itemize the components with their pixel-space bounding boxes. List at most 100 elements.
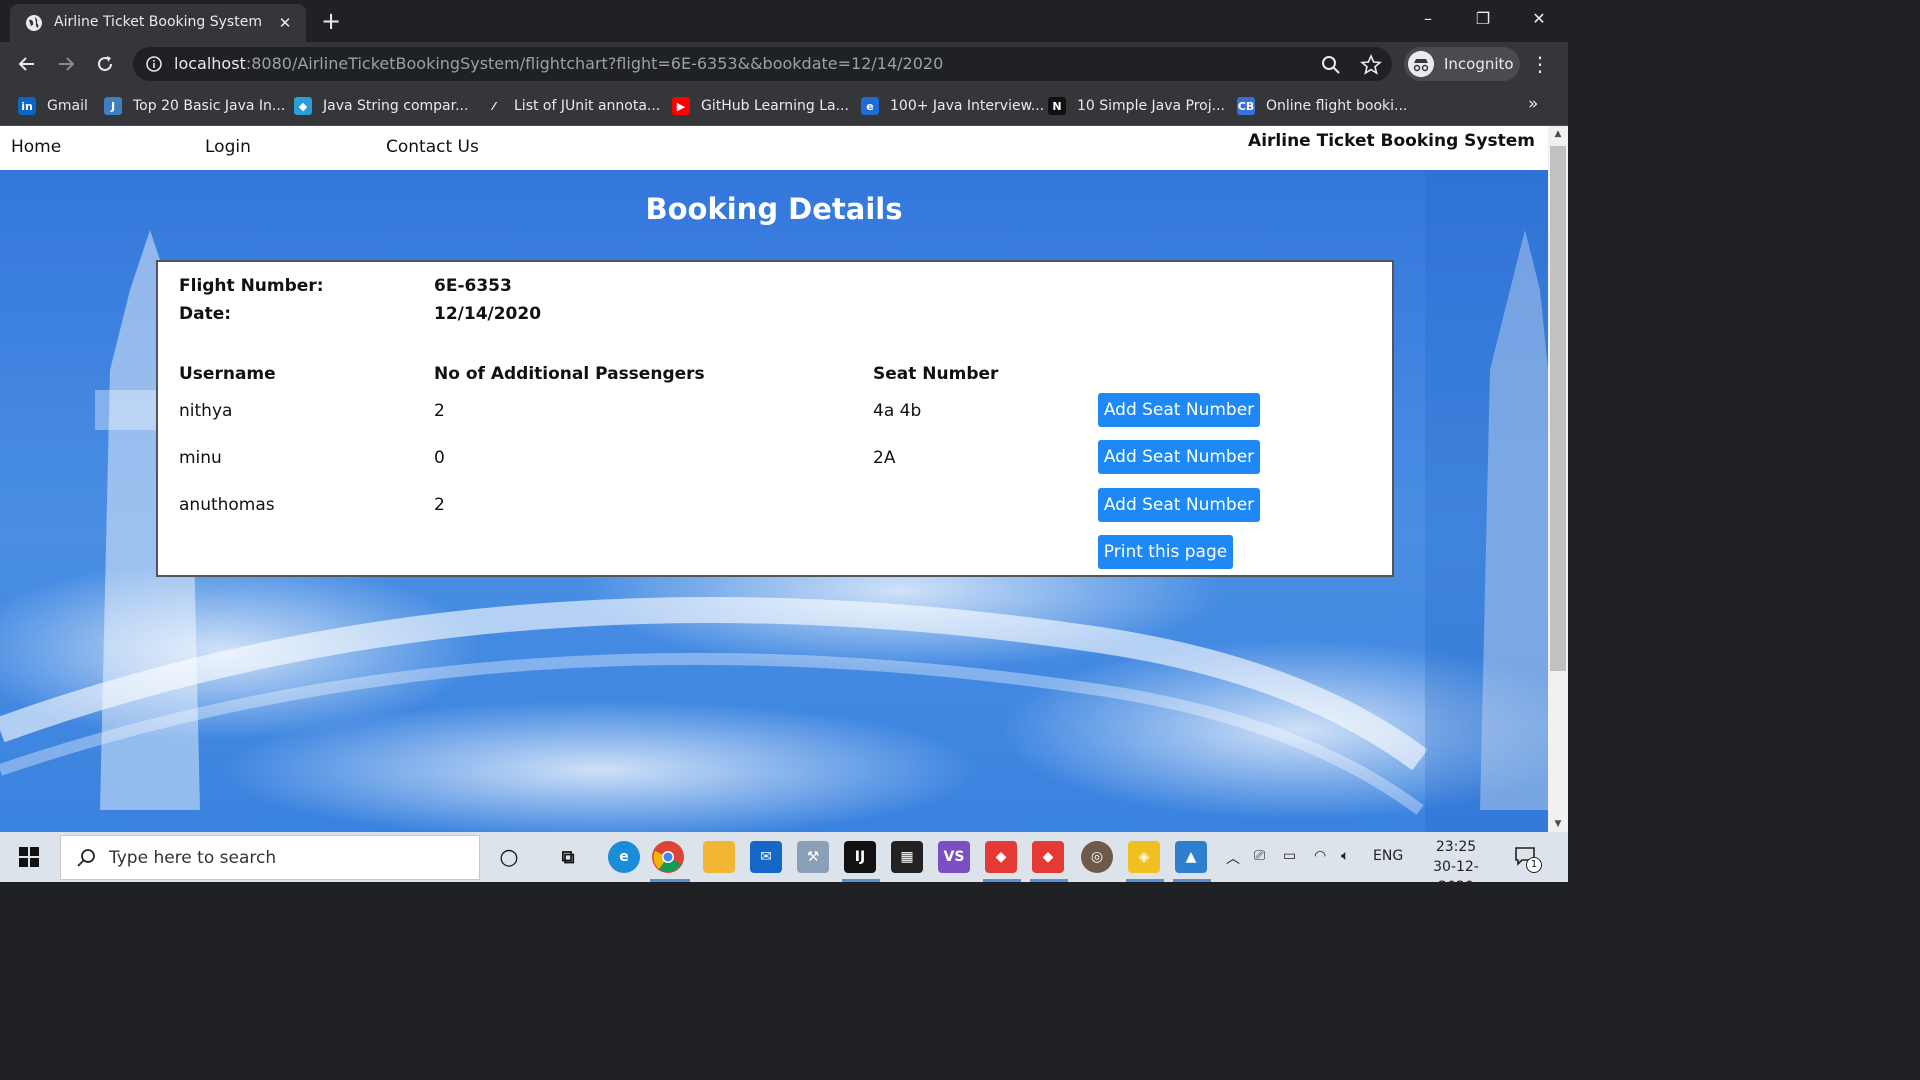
mail-icon[interactable]: ✉ xyxy=(750,841,782,873)
scroll-down-arrow-icon[interactable]: ▼ xyxy=(1548,816,1568,832)
photos-icon[interactable]: ▲ xyxy=(1175,841,1207,873)
bookmark-label: Java String compar... xyxy=(323,98,469,114)
git-app-icon[interactable]: ◆ xyxy=(985,841,1017,873)
edge-icon[interactable]: e xyxy=(608,841,640,873)
site-navbar: Home Login Contact Us Airline Ticket Boo… xyxy=(0,126,1548,170)
incognito-profile[interactable]: Incognito xyxy=(1404,47,1520,81)
start-button[interactable] xyxy=(0,832,58,882)
address-bar[interactable]: localhost:8080/AirlineTicketBookingSyste… xyxy=(133,47,1392,81)
intellij-icon[interactable]: IJ xyxy=(844,841,876,873)
tab-strip: Airline Ticket Booking System ✕ + – ❐ ✕ xyxy=(0,0,1568,42)
clock-time: 23:25 xyxy=(1435,839,1477,855)
tab-close-icon[interactable]: ✕ xyxy=(276,14,294,32)
new-tab-button[interactable]: + xyxy=(318,9,344,35)
column-header-username: Username xyxy=(179,364,276,384)
windows-taskbar: Type here to search ○ ⧉ e ✉ ⚒ IJ ▦ VS ◆ … xyxy=(0,832,1568,895)
taskbar-clock[interactable]: 23:25 30-12-2020 xyxy=(1416,837,1496,897)
scrollbar-thumb[interactable] xyxy=(1550,146,1566,671)
nav-home-link[interactable]: Home xyxy=(11,137,61,157)
visual-studio-icon[interactable]: VS xyxy=(938,841,970,873)
notification-center-button[interactable]: 1 xyxy=(1512,844,1544,873)
notification-count: 1 xyxy=(1526,857,1542,873)
bookmark-label: GitHub Learning La... xyxy=(701,98,849,114)
task-view-icon[interactable]: ⧉ xyxy=(552,841,584,873)
bookmark-item[interactable]: J Top 20 Basic Java In... xyxy=(104,93,285,119)
reload-icon xyxy=(98,56,112,71)
diamond-icon: ◆ xyxy=(294,97,312,115)
column-header-passengers: No of Additional Passengers xyxy=(434,364,705,384)
scroll-up-arrow-icon[interactable]: ▲ xyxy=(1548,126,1568,142)
bookmark-label: 100+ Java Interview... xyxy=(890,98,1045,114)
bookmark-label: Online flight booki... xyxy=(1266,98,1408,114)
close-window-button[interactable]: ✕ xyxy=(1519,6,1559,32)
bookmark-item[interactable]: N 10 Simple Java Proj... xyxy=(1048,93,1225,119)
letter-e-icon: e xyxy=(861,97,879,115)
nav-login-link[interactable]: Login xyxy=(205,137,251,157)
page-scrollbar[interactable]: ▲ ▼ xyxy=(1548,126,1568,832)
date-label: Date: xyxy=(179,304,232,324)
back-button[interactable] xyxy=(13,50,41,78)
date-value: 12/14/2020 xyxy=(434,304,542,324)
tools-icon[interactable]: ⚒ xyxy=(797,841,829,873)
taskbar-search-box[interactable]: Type here to search xyxy=(60,835,480,880)
git-app-2-icon[interactable]: ◆ xyxy=(1032,841,1064,873)
language-indicator[interactable]: ENG xyxy=(1373,848,1403,864)
restore-button[interactable]: ❐ xyxy=(1463,6,1503,32)
chrome-icon[interactable] xyxy=(652,841,684,873)
add-seat-number-button[interactable]: Add Seat Number xyxy=(1098,393,1260,427)
bookmark-item[interactable]: ⁄ List of JUnit annota... xyxy=(485,93,660,119)
file-explorer-icon[interactable] xyxy=(703,841,735,873)
reload-button[interactable] xyxy=(91,50,119,78)
bookmark-label: Gmail xyxy=(47,98,88,114)
arrow-right-icon xyxy=(59,57,75,71)
bookmark-label: Top 20 Basic Java In... xyxy=(133,98,286,114)
add-seat-number-button[interactable]: Add Seat Number xyxy=(1098,488,1260,522)
star-icon[interactable] xyxy=(1360,54,1382,76)
row-passengers: 0 xyxy=(434,448,445,468)
gitkraken-icon[interactable]: ◈ xyxy=(1128,841,1160,873)
browser-tab[interactable]: Airline Ticket Booking System ✕ xyxy=(10,4,306,42)
clock-date: 30-12-2020 xyxy=(1433,859,1479,895)
wifi-icon[interactable]: ◠ xyxy=(1314,848,1326,864)
n-box-icon: N xyxy=(1048,97,1066,115)
kebab-menu-icon[interactable]: ⋮ xyxy=(1528,51,1552,77)
flight-number-value: 6E-6353 xyxy=(434,276,512,296)
page-title: Booking Details xyxy=(645,192,903,226)
bookmark-item[interactable]: ◆ Java String compar... xyxy=(294,93,468,119)
url-text: localhost:8080/AirlineTicketBookingSyste… xyxy=(174,54,943,73)
tray-chevron-icon[interactable]: ︿ xyxy=(1226,848,1240,868)
store-icon[interactable]: ▦ xyxy=(891,841,923,873)
search-icon xyxy=(77,849,95,867)
db-app-icon[interactable]: ◎ xyxy=(1081,841,1113,873)
tab-title: Airline Ticket Booking System xyxy=(54,14,262,30)
booking-details-card: Flight Number: 6E-6353 Date: 12/14/2020 … xyxy=(156,260,1394,577)
url-path: :8080/AirlineTicketBookingSystem/flightc… xyxy=(245,54,944,73)
meet-now-icon[interactable]: ⎚ xyxy=(1254,848,1265,864)
bookmark-item[interactable]: in Gmail xyxy=(18,93,88,119)
bookmark-item[interactable]: ▶ GitHub Learning La... xyxy=(672,93,849,119)
chrome-logo xyxy=(653,842,683,872)
row-username: anuthomas xyxy=(179,495,275,515)
zoom-icon[interactable] xyxy=(1320,54,1342,76)
cortana-icon[interactable]: ○ xyxy=(493,841,525,873)
globe-icon xyxy=(26,15,42,31)
windows-logo-icon xyxy=(19,847,39,867)
row-passengers: 2 xyxy=(434,495,445,515)
profile-label: Incognito xyxy=(1444,55,1514,73)
battery-icon[interactable]: ▭ xyxy=(1283,848,1296,864)
incognito-icon xyxy=(1408,51,1434,77)
forward-button[interactable] xyxy=(52,50,80,78)
info-icon[interactable] xyxy=(146,56,162,72)
row-username: minu xyxy=(179,448,222,468)
minimize-button[interactable]: – xyxy=(1408,6,1448,32)
bookmarks-bar: in Gmail J Top 20 Basic Java In... ◆ Java Str… xyxy=(0,86,1568,126)
print-page-button[interactable]: Print this page xyxy=(1098,535,1233,569)
bookmark-item[interactable]: e 100+ Java Interview... xyxy=(861,93,1044,119)
bookmarks-overflow-icon[interactable]: » xyxy=(1528,94,1538,114)
volume-icon[interactable]: 🔈︎ xyxy=(1341,848,1349,864)
arrow-left-icon xyxy=(18,57,34,71)
bookmark-item[interactable]: CB Online flight booki... xyxy=(1237,93,1407,119)
page-icon: J xyxy=(104,97,122,115)
nav-contact-link[interactable]: Contact Us xyxy=(386,137,479,157)
add-seat-number-button[interactable]: Add Seat Number xyxy=(1098,440,1260,474)
